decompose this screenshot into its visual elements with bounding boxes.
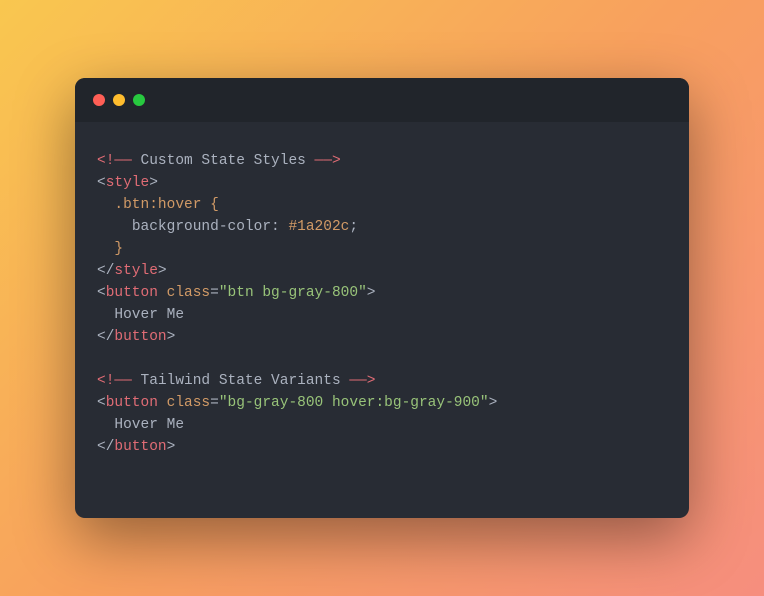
quote: " xyxy=(480,395,489,411)
equals: = xyxy=(210,285,219,301)
class-attr: class xyxy=(167,395,211,411)
class-value: btn bg-gray-800 xyxy=(228,285,359,301)
code-block: <!—— Custom State Styles ——> <style> .bt… xyxy=(75,122,689,518)
titlebar xyxy=(75,78,689,122)
button-tag: button xyxy=(106,285,158,301)
comment-text: Custom State Styles xyxy=(132,153,315,169)
comment-close: ——> xyxy=(349,373,375,389)
css-indent xyxy=(97,219,132,235)
button-tag: button xyxy=(114,439,166,455)
style-tag: style xyxy=(114,263,158,279)
class-attr: class xyxy=(167,285,211,301)
quote: " xyxy=(219,395,228,411)
button-text: Hover Me xyxy=(97,307,184,323)
class-value: bg-gray-800 hover:bg-gray-900 xyxy=(228,395,480,411)
code-window: <!—— Custom State Styles ——> <style> .bt… xyxy=(75,78,689,518)
button-tag: button xyxy=(114,329,166,345)
button-text: Hover Me xyxy=(97,417,184,433)
css-brace: } xyxy=(97,241,123,257)
css-property: background-color xyxy=(132,219,271,235)
equals: = xyxy=(210,395,219,411)
css-semi: ; xyxy=(349,219,358,235)
close-icon[interactable] xyxy=(93,94,105,106)
angle-bracket: > xyxy=(167,329,176,345)
style-tag: style xyxy=(106,175,150,191)
comment-text: Tailwind State Variants xyxy=(132,373,350,389)
css-value: #1a202c xyxy=(288,219,349,235)
maximize-icon[interactable] xyxy=(133,94,145,106)
css-selector: .btn:hover { xyxy=(97,197,219,213)
angle-bracket: < xyxy=(97,395,106,411)
quote: " xyxy=(358,285,367,301)
comment-open: <!—— xyxy=(97,153,132,169)
space xyxy=(158,395,167,411)
angle-bracket: < xyxy=(97,175,106,191)
angle-bracket: > xyxy=(149,175,158,191)
button-tag: button xyxy=(106,395,158,411)
minimize-icon[interactable] xyxy=(113,94,125,106)
angle-bracket: > xyxy=(167,439,176,455)
angle-bracket: < xyxy=(97,285,106,301)
angle-bracket: </ xyxy=(97,263,114,279)
quote: " xyxy=(219,285,228,301)
angle-bracket: </ xyxy=(97,329,114,345)
css-colon: : xyxy=(271,219,288,235)
angle-bracket: > xyxy=(158,263,167,279)
space xyxy=(158,285,167,301)
comment-close: ——> xyxy=(315,153,341,169)
comment-open: <!—— xyxy=(97,373,132,389)
angle-bracket: > xyxy=(489,395,498,411)
angle-bracket: > xyxy=(367,285,376,301)
angle-bracket: </ xyxy=(97,439,114,455)
